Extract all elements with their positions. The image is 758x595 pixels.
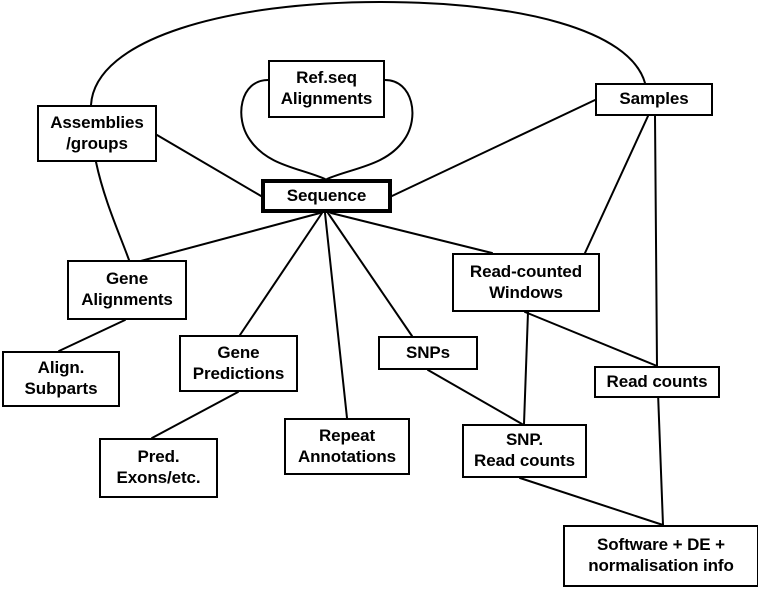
node-gene-alignments[interactable]: Gene Alignments bbox=[67, 260, 187, 320]
node-label: Assemblies /groups bbox=[50, 112, 144, 153]
node-assemblies-groups[interactable]: Assemblies /groups bbox=[37, 105, 157, 162]
node-label: Gene Alignments bbox=[81, 269, 173, 309]
node-read-counts[interactable]: Read counts bbox=[594, 366, 720, 398]
node-read-counted-windows[interactable]: Read-counted Windows bbox=[452, 253, 600, 312]
node-label: SNP. Read counts bbox=[474, 430, 575, 470]
node-label: Samples bbox=[619, 89, 689, 109]
node-label: Read-counted Windows bbox=[469, 261, 583, 302]
node-pred-exons-etc[interactable]: Pred. Exons/etc. bbox=[99, 438, 218, 498]
node-label: Align. Subparts bbox=[24, 358, 98, 398]
node-refseq-alignments[interactable]: Ref.seq Alignments bbox=[268, 60, 385, 118]
node-sequence[interactable]: Sequence bbox=[261, 179, 392, 213]
node-label: Read counts bbox=[606, 371, 708, 391]
node-label: Pred. Exons/etc. bbox=[116, 447, 201, 487]
node-samples[interactable]: Samples bbox=[595, 83, 713, 116]
diagram-canvas: Assemblies /groups Ref.seq Alignments Sa… bbox=[0, 0, 758, 595]
node-repeat-annotations[interactable]: Repeat Annotations bbox=[284, 418, 410, 475]
node-snps[interactable]: SNPs bbox=[378, 336, 478, 370]
node-software-de-normalisation[interactable]: Software + DE + normalisation info bbox=[563, 525, 758, 587]
node-gene-predictions[interactable]: Gene Predictions bbox=[179, 335, 298, 392]
node-label: Repeat Annotations bbox=[297, 425, 397, 466]
diagram-nodes: Assemblies /groups Ref.seq Alignments Sa… bbox=[0, 0, 758, 595]
node-label: Ref.seq Alignments bbox=[280, 68, 373, 108]
node-label: Sequence bbox=[286, 185, 367, 205]
node-label: Software + DE + normalisation info bbox=[588, 535, 734, 575]
node-label: SNPs bbox=[405, 342, 450, 362]
node-align-subparts[interactable]: Align. Subparts bbox=[2, 351, 120, 407]
node-snp-read-counts[interactable]: SNP. Read counts bbox=[462, 424, 587, 478]
node-label: Gene Predictions bbox=[192, 342, 285, 383]
